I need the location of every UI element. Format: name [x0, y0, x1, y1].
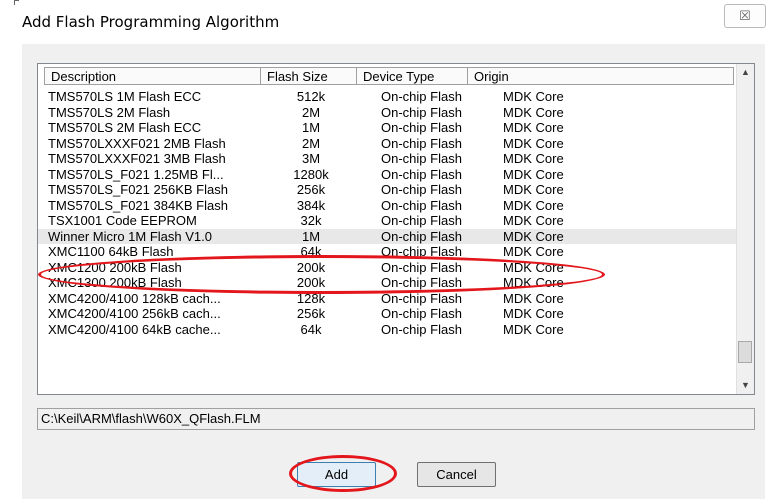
- cell-origin: MDK Core: [503, 306, 564, 321]
- table-row[interactable]: Winner Micro 1M Flash V1.0 1M On-chip Flas…: [38, 228, 738, 244]
- close-button[interactable]: ☒: [724, 4, 766, 28]
- table-row[interactable]: TMS570LXXXF021 3MB Flash 3M On-chip Flash M…: [38, 151, 738, 167]
- algorithm-list[interactable]: Description Flash Size Device Type Origi…: [37, 63, 755, 395]
- scroll-up-icon[interactable]: ▲: [737, 64, 754, 81]
- cell-description: XMC4200/4100 64kB cache...: [48, 321, 221, 337]
- cell-origin: MDK Core: [503, 244, 564, 259]
- cell-origin: MDK Core: [503, 321, 564, 337]
- cell-flash-size: 1M: [301, 228, 321, 244]
- list-rows: TMS570LS 1M Flash ECC 512k On-chip Flash MD…: [38, 89, 738, 337]
- cancel-button[interactable]: Cancel: [417, 462, 496, 487]
- cell-device-type: On-chip Flash: [381, 182, 462, 197]
- cell-device-type: On-chip Flash: [381, 104, 462, 120]
- cell-description: XMC4200/4100 128kB cach...: [48, 290, 221, 306]
- table-row[interactable]: TMS570LS_F021 1.25MB Fl... 1280k On-chip F…: [38, 167, 738, 183]
- table-row[interactable]: XMC1100 64kB Flash 64k On-chip Flash MDK Co…: [38, 244, 738, 260]
- cell-description: XMC1200 200kB Flash: [48, 259, 182, 275]
- cell-description: TMS570LXXXF021 3MB Flash: [48, 151, 226, 166]
- cell-description: TMS570LXXXF021 2MB Flash: [48, 135, 226, 151]
- scroll-down-icon[interactable]: ▼: [737, 377, 754, 394]
- cell-origin: MDK Core: [503, 135, 564, 151]
- cell-origin: MDK Core: [503, 182, 564, 197]
- cell-flash-size: 200k: [296, 259, 326, 275]
- cell-origin: MDK Core: [503, 104, 564, 120]
- algorithm-path-field: C:\Keil\ARM\flash\W60X_QFlash.FLM: [37, 408, 755, 430]
- cell-device-type: On-chip Flash: [381, 275, 462, 290]
- cell-origin: MDK Core: [503, 290, 564, 306]
- cell-device-type: On-chip Flash: [381, 244, 462, 259]
- cell-flash-size: 1280k: [293, 166, 329, 182]
- cell-device-type: On-chip Flash: [381, 290, 462, 306]
- cell-flash-size: 200k: [296, 275, 326, 290]
- close-icon: ☒: [739, 8, 751, 23]
- cell-device-type: On-chip Flash: [381, 151, 462, 166]
- cell-description: TMS570LS_F021 256KB Flash: [48, 182, 228, 197]
- cell-origin: MDK Core: [503, 120, 564, 135]
- cell-origin: MDK Core: [503, 259, 564, 275]
- cell-description: TSX1001 Code EEPROM: [48, 213, 197, 228]
- cell-device-type: On-chip Flash: [381, 213, 462, 228]
- cell-flash-size: 384k: [296, 197, 326, 213]
- column-description[interactable]: Description: [44, 67, 261, 85]
- cell-origin: MDK Core: [503, 151, 564, 166]
- table-row[interactable]: TMS570LS 1M Flash ECC 512k On-chip Flash MD…: [38, 89, 738, 105]
- table-row[interactable]: TMS570LXXXF021 2MB Flash 2M On-chip Flash M…: [38, 136, 738, 152]
- window-corner: [14, 0, 19, 5]
- table-row[interactable]: TMS570LS_F021 256KB Flash 256k On-chip Fla…: [38, 182, 738, 198]
- column-device-type[interactable]: Device Type: [356, 67, 468, 85]
- cell-flash-size: 128k: [296, 290, 326, 306]
- table-row[interactable]: XMC4200/4100 128kB cach... 128k On-chip Fl…: [38, 291, 738, 307]
- cell-origin: MDK Core: [503, 89, 564, 104]
- list-header: Description Flash Size Device Type Origi…: [44, 67, 734, 87]
- cell-flash-size: 512k: [296, 89, 326, 104]
- cell-flash-size: 1M: [301, 120, 321, 135]
- cell-origin: MDK Core: [503, 166, 564, 182]
- cell-description: TMS570LS 1M Flash ECC: [48, 89, 202, 104]
- cell-device-type: On-chip Flash: [381, 120, 462, 135]
- cell-origin: MDK Core: [503, 213, 564, 228]
- cell-origin: MDK Core: [503, 228, 564, 244]
- cell-flash-size: 64k: [300, 321, 322, 337]
- table-row[interactable]: XMC1200 200kB Flash 200k On-chip Flash MDK …: [38, 260, 738, 276]
- cell-device-type: On-chip Flash: [381, 321, 462, 337]
- cell-description: Winner Micro 1M Flash V1.0: [48, 228, 212, 244]
- add-button[interactable]: Add: [297, 462, 376, 487]
- cell-flash-size: 2M: [301, 135, 321, 151]
- table-row[interactable]: TMS570LS 2M Flash 2M On-chip Flash MDK Core: [38, 105, 738, 121]
- cell-description: TMS570LS_F021 1.25MB Fl...: [48, 166, 224, 182]
- table-row[interactable]: XMC4200/4100 64kB cache... 64k On-chip Fla…: [38, 322, 738, 338]
- dialog-title: Add Flash Programming Algorithm: [22, 13, 280, 31]
- table-row[interactable]: TSX1001 Code EEPROM 32k On-chip Flash MDK C…: [38, 213, 738, 229]
- scroll-thumb[interactable]: [738, 341, 752, 363]
- cell-flash-size: 2M: [301, 104, 321, 120]
- cell-origin: MDK Core: [503, 197, 564, 213]
- cell-device-type: On-chip Flash: [381, 228, 462, 244]
- cell-device-type: On-chip Flash: [381, 197, 462, 213]
- cell-device-type: On-chip Flash: [381, 306, 462, 321]
- cell-device-type: On-chip Flash: [381, 259, 462, 275]
- cell-flash-size: 256k: [296, 306, 326, 321]
- cell-flash-size: 3M: [301, 151, 321, 166]
- column-origin[interactable]: Origin: [467, 67, 734, 85]
- table-row[interactable]: XMC1300 200kB Flash 200k On-chip Flash MDK …: [38, 275, 738, 291]
- cell-origin: MDK Core: [503, 275, 564, 290]
- cell-flash-size: 32k: [300, 213, 322, 228]
- cell-device-type: On-chip Flash: [381, 89, 462, 104]
- cell-description: TMS570LS 2M Flash: [48, 104, 171, 120]
- table-row[interactable]: TMS570LS_F021 384KB Flash 384k On-chip Fla…: [38, 198, 738, 214]
- table-row[interactable]: XMC4200/4100 256kB cach... 256k On-chip Fl…: [38, 306, 738, 322]
- cell-flash-size: 256k: [296, 182, 326, 197]
- cell-description: XMC4200/4100 256kB cach...: [48, 306, 221, 321]
- add-flash-dialog: Add Flash Programming Algorithm ☒ Descri…: [0, 0, 771, 499]
- cell-description: XMC1300 200kB Flash: [48, 275, 182, 290]
- cell-device-type: On-chip Flash: [381, 166, 462, 182]
- table-row[interactable]: TMS570LS 2M Flash ECC 1M On-chip Flash MDK …: [38, 120, 738, 136]
- column-flash-size[interactable]: Flash Size: [260, 67, 357, 85]
- cell-device-type: On-chip Flash: [381, 135, 462, 151]
- cell-description: TMS570LS 2M Flash ECC: [48, 120, 202, 135]
- cell-description: TMS570LS_F021 384KB Flash: [48, 197, 228, 213]
- cell-flash-size: 64k: [300, 244, 322, 259]
- vertical-scrollbar[interactable]: ▲ ▼: [736, 64, 754, 394]
- cell-description: XMC1100 64kB Flash: [48, 244, 174, 259]
